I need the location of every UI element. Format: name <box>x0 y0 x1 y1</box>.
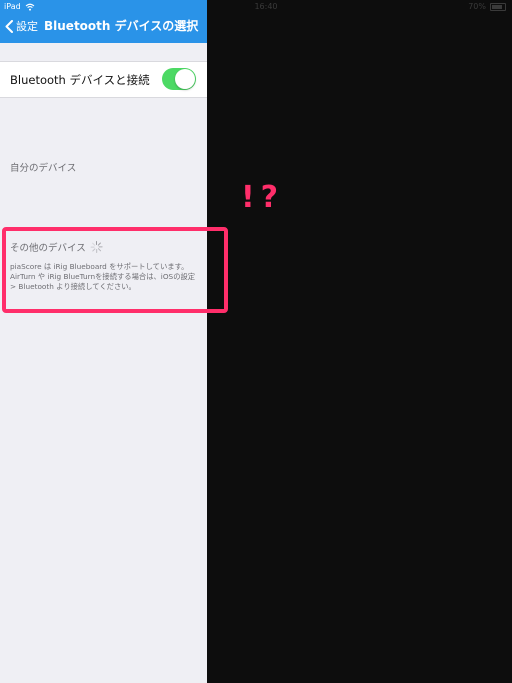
back-button[interactable]: 設定 <box>5 18 38 34</box>
bluetooth-toggle[interactable] <box>162 68 196 90</box>
back-label: 設定 <box>16 20 38 33</box>
bluetooth-toggle-row: Bluetooth デバイスと接続 <box>0 61 207 98</box>
highlight-box <box>2 227 228 313</box>
bluetooth-toggle-label: Bluetooth デバイスと接続 <box>10 73 150 87</box>
reaction-text: !? <box>241 180 285 215</box>
settings-panel: 設定 Bluetooth デバイスの選択 Bluetooth デバイスと接続 自… <box>0 0 207 683</box>
status-right: 70% <box>468 2 506 11</box>
battery-percent: 70% <box>468 2 486 11</box>
chevron-left-icon <box>5 19 13 33</box>
status-left: iPad <box>4 2 35 11</box>
toggle-knob <box>175 69 195 89</box>
my-devices-header: 自分のデバイス <box>10 163 77 174</box>
device-name: iPad <box>4 2 21 11</box>
status-time: 16:40 <box>254 2 278 11</box>
page-title: Bluetooth デバイスの選択 <box>44 19 199 33</box>
wifi-icon <box>25 3 35 11</box>
battery-icon <box>490 2 506 11</box>
status-bar: iPad 16:40 70% <box>0 0 512 14</box>
